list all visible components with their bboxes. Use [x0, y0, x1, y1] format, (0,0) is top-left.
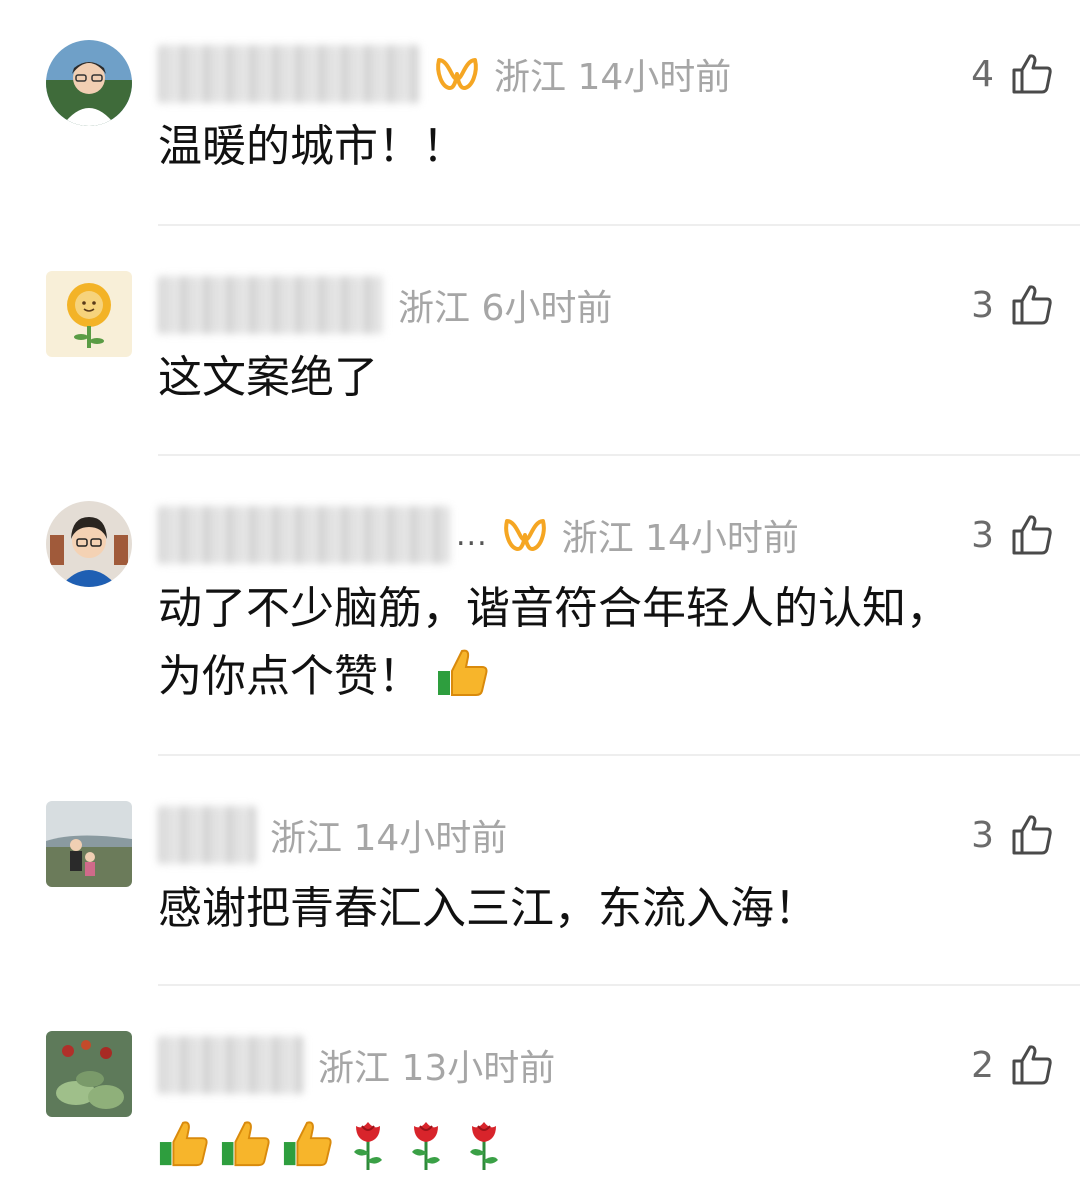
- location-time: 浙江 14小时前: [494, 57, 732, 98]
- location-time: 浙江 14小时前: [270, 818, 508, 859]
- vip-badge-icon: [503, 519, 546, 551]
- rose-emoji-icon: [402, 1116, 450, 1172]
- thumbs-up-emoji-icon: [158, 1116, 210, 1172]
- like-button[interactable]: 3: [971, 800, 1054, 870]
- comment-meta: 浙江 13小时前: [158, 1030, 555, 1100]
- avatar[interactable]: [46, 801, 132, 887]
- comment-text-fragment: 为你点个赞！: [158, 651, 422, 702]
- comment-text: 感谢把青春汇入三江，东流入海！: [158, 883, 818, 934]
- rose-emoji-icon: [344, 1116, 392, 1172]
- divider: [158, 454, 1080, 456]
- divider: [158, 754, 1080, 756]
- like-count: 3: [971, 284, 994, 326]
- comment-text: 动了不少脑筋，谐音符合年轻人的认知， 为你点个赞！: [158, 575, 1038, 711]
- comment-text-line: 为你点个赞！: [158, 643, 1038, 711]
- like-button[interactable]: 3: [971, 270, 1054, 340]
- nickname-blurred[interactable]: [158, 276, 384, 334]
- location-time: 浙江 13小时前: [318, 1048, 556, 1089]
- comment-meta: 浙江 14小时前: [158, 39, 731, 109]
- like-count: 3: [971, 814, 994, 856]
- avatar[interactable]: [46, 40, 132, 126]
- location-time: 浙江 6小时前: [398, 288, 613, 329]
- comment-text: 这文案绝了: [158, 352, 378, 403]
- rose-emoji-icon: [460, 1116, 508, 1172]
- thumbs-up-outline-icon: [1012, 515, 1052, 555]
- like-count: 3: [971, 514, 994, 556]
- like-button[interactable]: 4: [971, 39, 1054, 109]
- thumbs-up-emoji-icon: [220, 1116, 272, 1172]
- nickname-blurred[interactable]: [158, 45, 420, 103]
- comment-meta: ... 浙江 14小时前: [158, 500, 799, 570]
- vip-badge-icon: [436, 58, 478, 90]
- nickname-ellipsis: ...: [456, 517, 488, 553]
- location-time: 浙江 14小时前: [561, 518, 799, 559]
- like-count: 2: [971, 1044, 994, 1086]
- divider: [158, 984, 1080, 986]
- comment-meta: 浙江 6小时前: [158, 270, 612, 340]
- comment-meta: 浙江 14小时前: [158, 800, 507, 870]
- like-button[interactable]: 2: [971, 1030, 1054, 1100]
- thumbs-up-emoji-icon: [436, 645, 490, 699]
- like-button[interactable]: 3: [971, 500, 1054, 570]
- thumbs-up-outline-icon: [1012, 1045, 1052, 1085]
- like-count: 4: [971, 53, 994, 95]
- avatar[interactable]: [46, 501, 132, 587]
- avatar[interactable]: [46, 1031, 132, 1117]
- comment-text: 温暖的城市！！: [158, 121, 466, 172]
- nickname-blurred[interactable]: [158, 506, 450, 564]
- avatar[interactable]: [46, 271, 132, 357]
- thumbs-up-outline-icon: [1012, 54, 1052, 94]
- divider: [158, 224, 1080, 226]
- thumbs-up-emoji-icon: [282, 1116, 334, 1172]
- nickname-blurred[interactable]: [158, 806, 256, 864]
- comment-text: [158, 1108, 1038, 1176]
- comment-text-line: 动了不少脑筋，谐音符合年轻人的认知，: [158, 583, 950, 634]
- emoji-row: [158, 1116, 508, 1172]
- thumbs-up-outline-icon: [1012, 285, 1052, 325]
- thumbs-up-outline-icon: [1012, 815, 1052, 855]
- nickname-blurred[interactable]: [158, 1036, 304, 1094]
